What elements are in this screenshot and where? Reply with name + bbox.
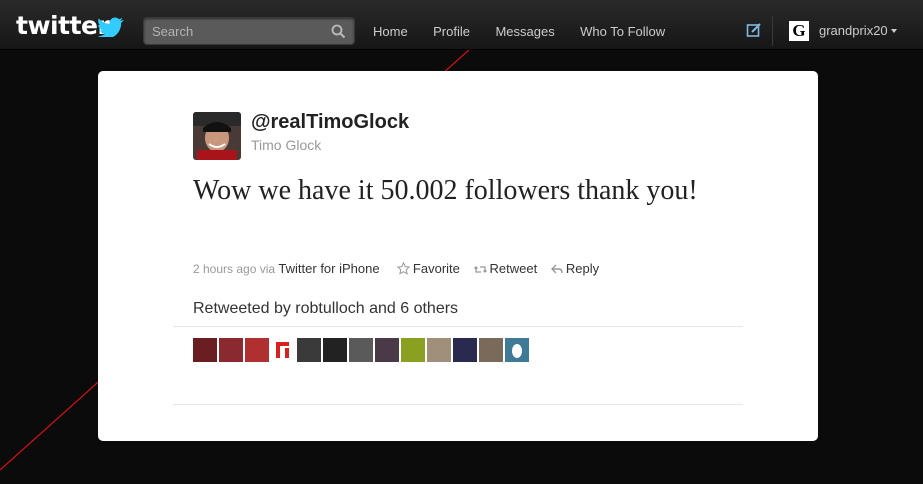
- retweet-button[interactable]: Retweet: [473, 261, 541, 276]
- tweet-source[interactable]: Twitter for iPhone: [278, 261, 379, 276]
- nav-divider: [772, 16, 773, 46]
- retweeter-avatar[interactable]: [401, 338, 425, 362]
- star-icon: [396, 261, 411, 275]
- retweeter-avatar[interactable]: [193, 338, 217, 362]
- favorite-button[interactable]: Favorite: [396, 261, 464, 276]
- retweeter-avatar[interactable]: [323, 338, 347, 362]
- top-navigation-bar: twitter Home Profile Messages Who To Fol…: [0, 0, 923, 50]
- tweet-meta: 2 hours ago via Twitter for iPhone Favor…: [193, 261, 599, 276]
- retweet-icon: [473, 266, 487, 273]
- retweeter-avatar[interactable]: [479, 338, 503, 362]
- retweeter-avatar[interactable]: [427, 338, 451, 362]
- main-nav: Home Profile Messages Who To Follow: [373, 23, 686, 41]
- nav-home[interactable]: Home: [373, 24, 408, 39]
- twitter-logo[interactable]: twitter: [16, 13, 110, 38]
- search-input[interactable]: [144, 18, 324, 44]
- search-icon[interactable]: [331, 24, 346, 39]
- retweeter-avatar[interactable]: [453, 338, 477, 362]
- tweet-card: @realTimoGlock Timo Glock Wow we have it…: [98, 71, 818, 441]
- retweeter-avatars: [193, 338, 531, 362]
- caret-down-icon[interactable]: [891, 29, 897, 33]
- retweeted-by-text[interactable]: Retweeted by robtulloch and 6 others: [193, 300, 458, 318]
- retweeter-avatar[interactable]: [271, 338, 295, 362]
- retweet-label: Retweet: [489, 261, 538, 276]
- reply-button[interactable]: Reply: [550, 261, 600, 276]
- retweeter-avatar[interactable]: [505, 338, 529, 362]
- compose-icon[interactable]: [746, 22, 762, 38]
- nav-messages[interactable]: Messages: [495, 24, 554, 39]
- retweeter-avatar[interactable]: [297, 338, 321, 362]
- tweet-text: Wow we have it 50.002 followers thank yo…: [193, 175, 698, 206]
- search-box: [143, 17, 355, 45]
- user-avatar[interactable]: G: [789, 21, 809, 41]
- reply-label: Reply: [565, 261, 600, 276]
- reply-icon: [550, 264, 563, 274]
- nav-who-to-follow[interactable]: Who To Follow: [580, 24, 665, 39]
- retweeter-avatar[interactable]: [245, 338, 269, 362]
- divider: [173, 326, 743, 327]
- favorite-label: Favorite: [412, 261, 460, 276]
- retweeter-avatar[interactable]: [349, 338, 373, 362]
- tweet-via: via: [259, 262, 276, 276]
- retweeter-avatar[interactable]: [219, 338, 243, 362]
- nav-profile[interactable]: Profile: [433, 24, 470, 39]
- tweet-author-avatar[interactable]: [193, 112, 241, 160]
- tweet-author-handle[interactable]: @realTimoGlock: [251, 111, 409, 134]
- tweet-timestamp[interactable]: 2 hours ago: [193, 262, 256, 276]
- user-menu[interactable]: grandprix20: [819, 23, 888, 38]
- tweet-author-name: Timo Glock: [251, 137, 322, 153]
- retweeter-avatar[interactable]: [375, 338, 399, 362]
- bird-icon[interactable]: [98, 17, 124, 37]
- divider: [173, 404, 743, 405]
